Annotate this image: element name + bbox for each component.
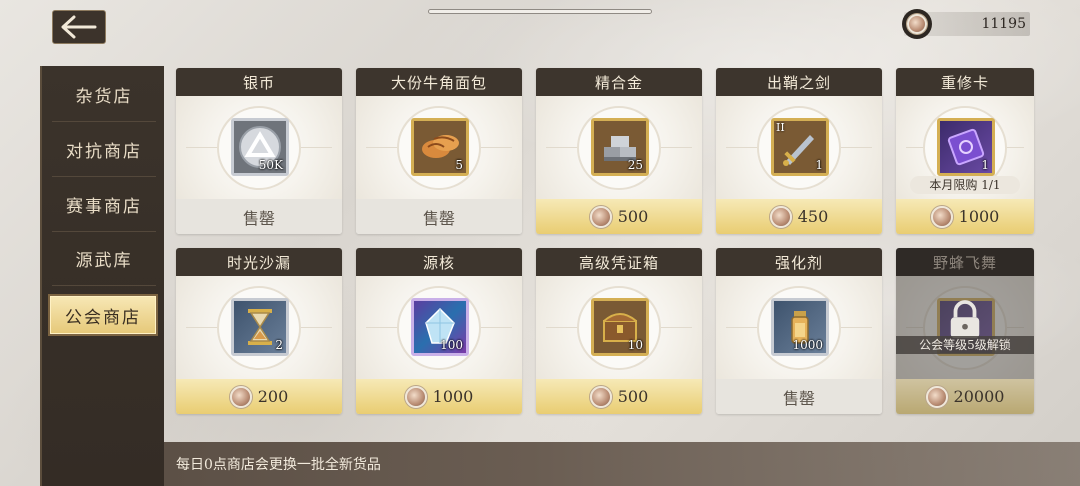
back-button[interactable] bbox=[52, 10, 106, 44]
hourglass-icon: 2 bbox=[231, 298, 289, 356]
item-name: 源核 bbox=[356, 248, 522, 276]
coin-icon bbox=[930, 205, 953, 228]
coin-icon bbox=[902, 9, 932, 39]
price-button[interactable]: 1000 bbox=[356, 379, 522, 414]
price-button[interactable]: 20000 bbox=[896, 379, 1034, 414]
shop-notice-bar: 每日0点商店会更换一批全新货品 bbox=[164, 442, 1080, 486]
price-value: 200 bbox=[257, 387, 289, 406]
item-name: 精合金 bbox=[536, 68, 702, 96]
price-button[interactable]: 200 bbox=[176, 379, 342, 414]
price-value: 1000 bbox=[432, 387, 474, 406]
shop-item-card[interactable]: 强化剂 1000 售罄 bbox=[716, 248, 882, 414]
item-quantity: 2 bbox=[275, 338, 283, 352]
arrow-left-icon bbox=[61, 15, 97, 39]
top-indicator bbox=[428, 9, 652, 14]
sold-out-label: 售罄 bbox=[356, 199, 522, 234]
item-quantity: 1 bbox=[815, 158, 823, 172]
shop-item-card[interactable]: 高级凭证箱 10 500 bbox=[536, 248, 702, 414]
sidebar-item-label: 赛事商店 bbox=[66, 197, 142, 217]
price-button[interactable]: 500 bbox=[536, 199, 702, 234]
coin-icon bbox=[589, 385, 612, 408]
item-name: 野蜂飞舞 bbox=[896, 248, 1034, 276]
purchase-limit-tag: 本月限购 1/1 bbox=[910, 176, 1020, 194]
sidebar-item-label: 公会商店 bbox=[65, 307, 141, 328]
price-value: 500 bbox=[617, 387, 649, 406]
shop-item-card-locked[interactable]: 野蜂飞舞 1 公会等级5级解锁 20000 bbox=[896, 248, 1034, 414]
sidebar-item-label: 对抗商店 bbox=[66, 142, 142, 162]
item-name: 银币 bbox=[176, 68, 342, 96]
shop-item-card[interactable]: 重修卡 1 本月限购 1/1 1000 bbox=[896, 68, 1034, 234]
price-button[interactable]: 500 bbox=[536, 379, 702, 414]
sold-out-label: 售罄 bbox=[716, 379, 882, 414]
sidebar-item-guild-shop[interactable]: 公会商店 bbox=[50, 296, 156, 334]
item-quantity: 1 bbox=[981, 158, 989, 172]
item-quantity: 1000 bbox=[792, 338, 823, 352]
coin-icon bbox=[229, 385, 252, 408]
price-button[interactable]: 1000 bbox=[896, 199, 1034, 234]
currency-display: 11195 bbox=[902, 9, 1030, 39]
shop-item-card[interactable]: 大份牛角面包 5 售罄 bbox=[356, 68, 522, 234]
coin-icon bbox=[589, 205, 612, 228]
coin-icon bbox=[769, 205, 792, 228]
item-name: 出鞘之剑 bbox=[716, 68, 882, 96]
alloy-ingot-icon: 25 bbox=[591, 118, 649, 176]
sidebar-item-label: 杂货店 bbox=[75, 87, 133, 107]
shop-item-card[interactable]: 出鞘之剑 1 II 450 bbox=[716, 68, 882, 234]
sidebar-item-pvp-shop[interactable]: 对抗商店 bbox=[52, 123, 156, 177]
price-value: 20000 bbox=[953, 387, 1005, 406]
item-name: 高级凭证箱 bbox=[536, 248, 702, 276]
treasure-chest-icon: 10 bbox=[591, 298, 649, 356]
tier-badge: II bbox=[776, 121, 785, 134]
sidebar-item-grocery[interactable]: 杂货店 bbox=[52, 68, 156, 122]
item-name: 重修卡 bbox=[896, 68, 1034, 96]
crystal-core-icon: 100 bbox=[411, 298, 469, 356]
item-name: 大份牛角面包 bbox=[356, 68, 522, 96]
shop-sidebar: 杂货店 对抗商店 赛事商店 源武库 公会商店 bbox=[40, 66, 164, 486]
item-quantity: 100 bbox=[440, 338, 463, 352]
sidebar-item-event-shop[interactable]: 赛事商店 bbox=[52, 178, 156, 232]
shop-item-card[interactable]: 时光沙漏 2 200 bbox=[176, 248, 342, 414]
enhancer-vial-icon: 1000 bbox=[771, 298, 829, 356]
unlock-requirement: 公会等级5级解锁 bbox=[896, 336, 1034, 354]
sidebar-item-armory[interactable]: 源武库 bbox=[52, 232, 156, 286]
coin-icon bbox=[404, 385, 427, 408]
sold-out-label: 售罄 bbox=[176, 199, 342, 234]
coin-icon bbox=[925, 385, 948, 408]
shop-item-card[interactable]: 精合金 25 500 bbox=[536, 68, 702, 234]
price-value: 500 bbox=[617, 207, 649, 226]
item-name: 强化剂 bbox=[716, 248, 882, 276]
shop-item-card[interactable]: 银币 50K 售罄 bbox=[176, 68, 342, 234]
item-name: 时光沙漏 bbox=[176, 248, 342, 276]
sword-icon: 1 II bbox=[771, 118, 829, 176]
reset-card-icon: 1 bbox=[937, 118, 995, 176]
croissant-icon: 5 bbox=[411, 118, 469, 176]
price-value: 450 bbox=[797, 207, 829, 226]
price-value: 1000 bbox=[958, 207, 1000, 226]
item-quantity: 5 bbox=[455, 158, 463, 172]
refresh-notice: 每日0点商店会更换一批全新货品 bbox=[176, 457, 381, 473]
shop-item-card[interactable]: 源核 100 1000 bbox=[356, 248, 522, 414]
sidebar-item-label: 源武库 bbox=[75, 251, 133, 271]
item-quantity: 10 bbox=[627, 338, 643, 352]
currency-amount: 11195 bbox=[981, 16, 1026, 32]
item-quantity: 25 bbox=[627, 158, 643, 172]
silver-coin-icon: 50K bbox=[231, 118, 289, 176]
price-button[interactable]: 450 bbox=[716, 199, 882, 234]
item-quantity: 50K bbox=[258, 158, 283, 172]
